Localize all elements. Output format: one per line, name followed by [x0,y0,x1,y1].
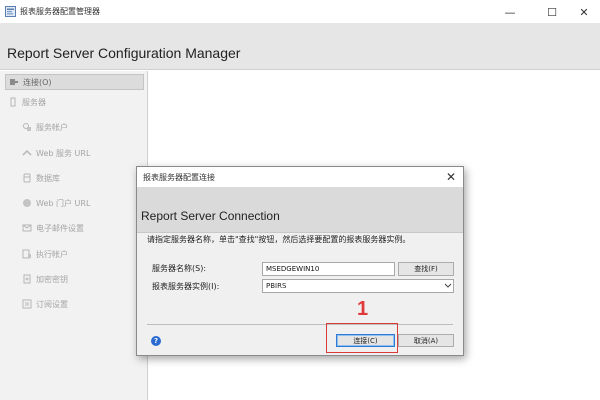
sidebar-item-subscription-settings[interactable]: 订阅设置 [22,296,68,312]
sidebar-item-database[interactable]: 数据库 [22,170,60,186]
instance-value: PBIRS [266,282,287,290]
sidebar-item-label: 服务帐户 [36,122,68,132]
sidebar-item-web-portal-url[interactable]: Web 门户 URL [22,195,90,211]
execution-account-icon [22,249,31,259]
close-icon: ✕ [445,170,457,184]
sidebar: 连接(O) 服务器 服务帐户 Web 服务 URL 数据库 Web 门户 URL… [0,71,148,400]
service-account-icon [23,123,31,131]
help-icon[interactable]: ? [151,336,161,346]
connection-dialog: 报表服务器配置连接 ✕ Report Server Connection 请指定… [136,166,464,356]
sidebar-item-web-service-url[interactable]: Web 服务 URL [22,145,90,161]
dialog-titlebar: 报表服务器配置连接 ✕ [137,167,463,187]
server-name-input[interactable]: MSEDGEWIN10 [262,262,395,276]
dialog-close-button[interactable]: ✕ [441,168,461,186]
dialog-header: Report Server Connection [137,187,463,233]
dialog-instruction: 请指定服务器名称，单击"查找"按钮，然后选择要配置的报表服务器实例。 [147,235,411,244]
database-icon [23,173,31,183]
sidebar-item-label: 数据库 [36,173,60,183]
maximize-button[interactable]: ☐ [534,0,570,24]
maximize-icon: ☐ [547,5,557,19]
annotation-step-number: 1 [357,298,369,320]
sidebar-item-encryption-keys[interactable]: 加密密钥 [22,271,68,287]
instance-select[interactable]: PBIRS [262,279,454,293]
sidebar-item-connect[interactable]: 连接(O) [5,74,144,90]
dialog-separator [147,324,453,325]
web-portal-icon [23,199,31,207]
sidebar-item-label: 执行帐户 [36,249,68,259]
sidebar-item-label: Web 服务 URL [36,148,91,158]
encryption-key-icon [23,274,31,284]
connect-icon [10,79,18,85]
app-icon [5,6,16,17]
email-icon [22,224,32,232]
minimize-button[interactable]: — [492,0,528,24]
dialog-title: 报表服务器配置连接 [143,173,215,182]
cancel-button[interactable]: 取消(A) [398,334,454,347]
server-icon [10,97,16,107]
sidebar-item-label: Web 门户 URL [36,198,91,208]
sidebar-item-execution-account[interactable]: 执行帐户 [22,246,68,262]
chevron-down-icon [444,283,452,288]
dialog-heading: Report Server Connection [141,209,280,223]
close-icon: ✕ [579,5,589,19]
app-heading: Report Server Configuration Manager [7,45,241,61]
app-header: Report Server Configuration Manager [0,24,600,70]
instance-label: 报表服务器实例(I): [152,282,220,291]
sidebar-item-label: 加密密钥 [36,274,68,284]
find-button[interactable]: 查找(F) [398,262,454,276]
sidebar-item-label: 服务器 [22,97,46,107]
sidebar-item-label: 订阅设置 [36,299,68,309]
sidebar-item-label: 电子邮件设置 [36,223,84,233]
window-title: 报表服务器配置管理器 [20,7,100,16]
subscription-icon [22,299,32,309]
sidebar-item-label: 连接(O) [23,77,52,87]
sidebar-item-email-settings[interactable]: 电子邮件设置 [22,220,84,236]
server-name-label: 服务器名称(S): [152,264,207,273]
annotation-highlight-box [326,323,398,353]
minimize-icon: — [504,5,516,19]
sidebar-item-service-account[interactable]: 服务帐户 [22,119,68,135]
web-service-icon [22,149,32,156]
window-titlebar: 报表服务器配置管理器 — ☐ ✕ [0,0,600,24]
sidebar-item-server[interactable]: 服务器 [8,94,46,110]
close-button[interactable]: ✕ [566,0,600,24]
